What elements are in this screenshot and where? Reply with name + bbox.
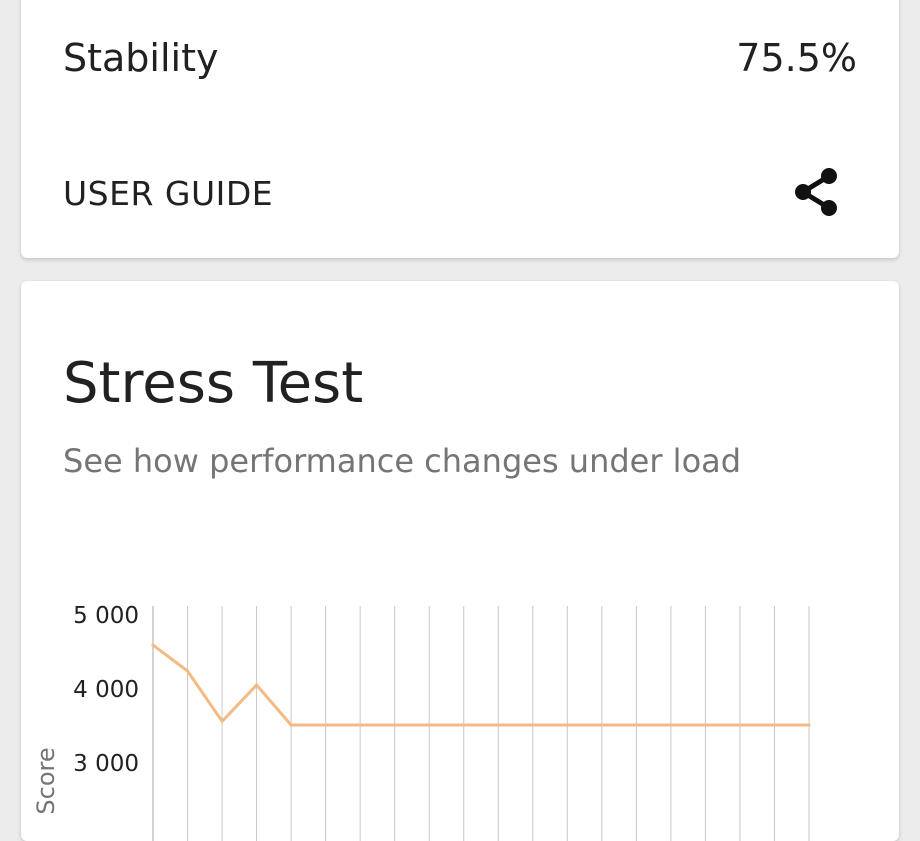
data-point	[703, 723, 707, 727]
data-point	[255, 683, 259, 687]
series-line	[151, 643, 811, 727]
data-point	[773, 723, 776, 727]
data-point	[151, 643, 155, 647]
data-point	[600, 723, 604, 727]
results-card: Stability 75.5% USER GUIDE	[21, 0, 899, 258]
data-point	[289, 723, 293, 727]
data-point	[496, 723, 500, 727]
stress-test-chart: 5 000 4 000 3 000 Score	[32, 603, 811, 841]
share-button[interactable]	[787, 166, 847, 222]
data-point	[807, 723, 811, 727]
y-axis-label: Score	[32, 747, 60, 814]
data-point	[186, 669, 189, 673]
user-guide-button[interactable]: USER GUIDE	[63, 174, 273, 214]
data-point	[393, 723, 397, 727]
data-point	[462, 723, 466, 727]
y-tick-label: 4 000	[73, 677, 139, 703]
stability-value: 75.5%	[736, 36, 857, 80]
y-tick-label: 3 000	[73, 751, 139, 777]
data-point	[565, 723, 569, 727]
data-point	[358, 723, 362, 727]
data-point	[324, 723, 328, 727]
stress-test-card: Stress Test See how performance changes …	[21, 281, 899, 841]
data-point	[669, 723, 673, 727]
data-point	[427, 723, 431, 727]
data-point	[738, 723, 742, 727]
y-tick-label: 5 000	[73, 603, 139, 629]
data-point	[531, 723, 535, 727]
share-icon	[795, 168, 837, 216]
data-point	[634, 723, 638, 727]
stability-label: Stability	[63, 36, 219, 80]
data-point	[220, 719, 224, 723]
